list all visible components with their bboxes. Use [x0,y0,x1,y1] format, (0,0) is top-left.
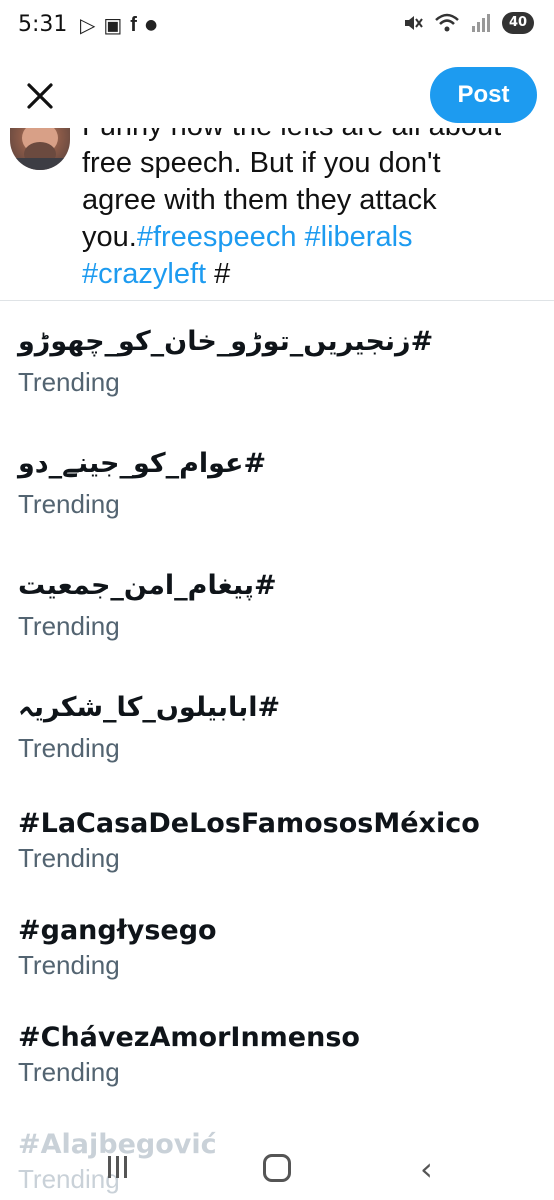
navigation-bar: ‹ [0,1136,554,1200]
post-button[interactable]: Post [430,67,537,123]
trend-item[interactable]: #عوام_کو_جینے_دو Trending [18,448,538,520]
trend-item[interactable]: #gangłysego Trending [18,915,538,981]
trend-subtitle: Trending [18,950,120,980]
trend-item[interactable]: #ابابیلوں_کا_شکریہ Trending [18,692,538,764]
hashtag-liberals[interactable]: #liberals [305,221,413,253]
trend-item[interactable]: #زنجیریں_توڑو_خان_کو_چھوڑو Trending [18,326,538,398]
trend-subtitle: Trending [18,843,120,873]
draft-text[interactable]: Funny how the lefts are all about free s… [82,128,522,293]
signal-icon [472,14,490,32]
trend-title: #عوام_کو_جینے_دو [18,448,267,479]
trend-title: #ChávezAmorInmenso [18,1022,360,1053]
trend-title: #LaCasaDeLosFamososMéxico [18,808,480,839]
trend-item[interactable]: #پیغام_امن_جمعیت Trending [18,570,538,642]
trend-item[interactable]: #LaCasaDeLosFamososMéxico Trending [18,808,538,874]
trend-item[interactable]: #ChávezAmorInmenso Trending [18,1022,538,1088]
avatar [10,128,70,170]
trend-title: #gangłysego [18,915,217,946]
hashtag-crazyleft[interactable]: #crazyleft [82,258,206,290]
dot-icon: ● [144,17,158,33]
home-button[interactable] [263,1154,291,1182]
battery-icon: 40 [502,12,534,34]
card-icon: ▣ [103,13,123,37]
trend-subtitle: Trending [18,1057,120,1087]
trend-title: #زنجیریں_توڑو_خان_کو_چھوڑو [18,326,434,357]
draft-trailing-hash: # [214,258,231,290]
close-button[interactable] [22,78,58,114]
status-bar: 5:31 ▷ ▣ f ● 40 [0,0,554,56]
notification-icons: ▷ ▣ f ● [80,14,157,36]
back-button[interactable]: ‹ [420,1150,433,1188]
trend-subtitle: Trending [18,489,120,519]
trend-subtitle: Trending [18,733,120,763]
mute-icon [405,16,423,30]
status-time: 5:31 [18,12,68,37]
trend-title: #پیغام_امن_جمعیت [18,570,277,601]
hashtag-freespeech[interactable]: #freespeech [137,221,297,253]
divider [0,300,554,301]
facebook-icon: f [130,14,137,36]
play-icon: ▷ [80,13,96,37]
system-icons: 40 [402,12,534,34]
recent-apps-button[interactable] [108,1156,132,1182]
trend-title: #ابابیلوں_کا_شکریہ [18,692,281,723]
trend-subtitle: Trending [18,367,120,397]
trend-subtitle: Trending [18,611,120,641]
wifi-icon [435,13,459,32]
close-icon [27,83,53,109]
tweet-draft[interactable]: Funny how the lefts are all about free s… [0,128,554,300]
draft-line-partial: Funny how the lefts are all about [82,128,501,142]
